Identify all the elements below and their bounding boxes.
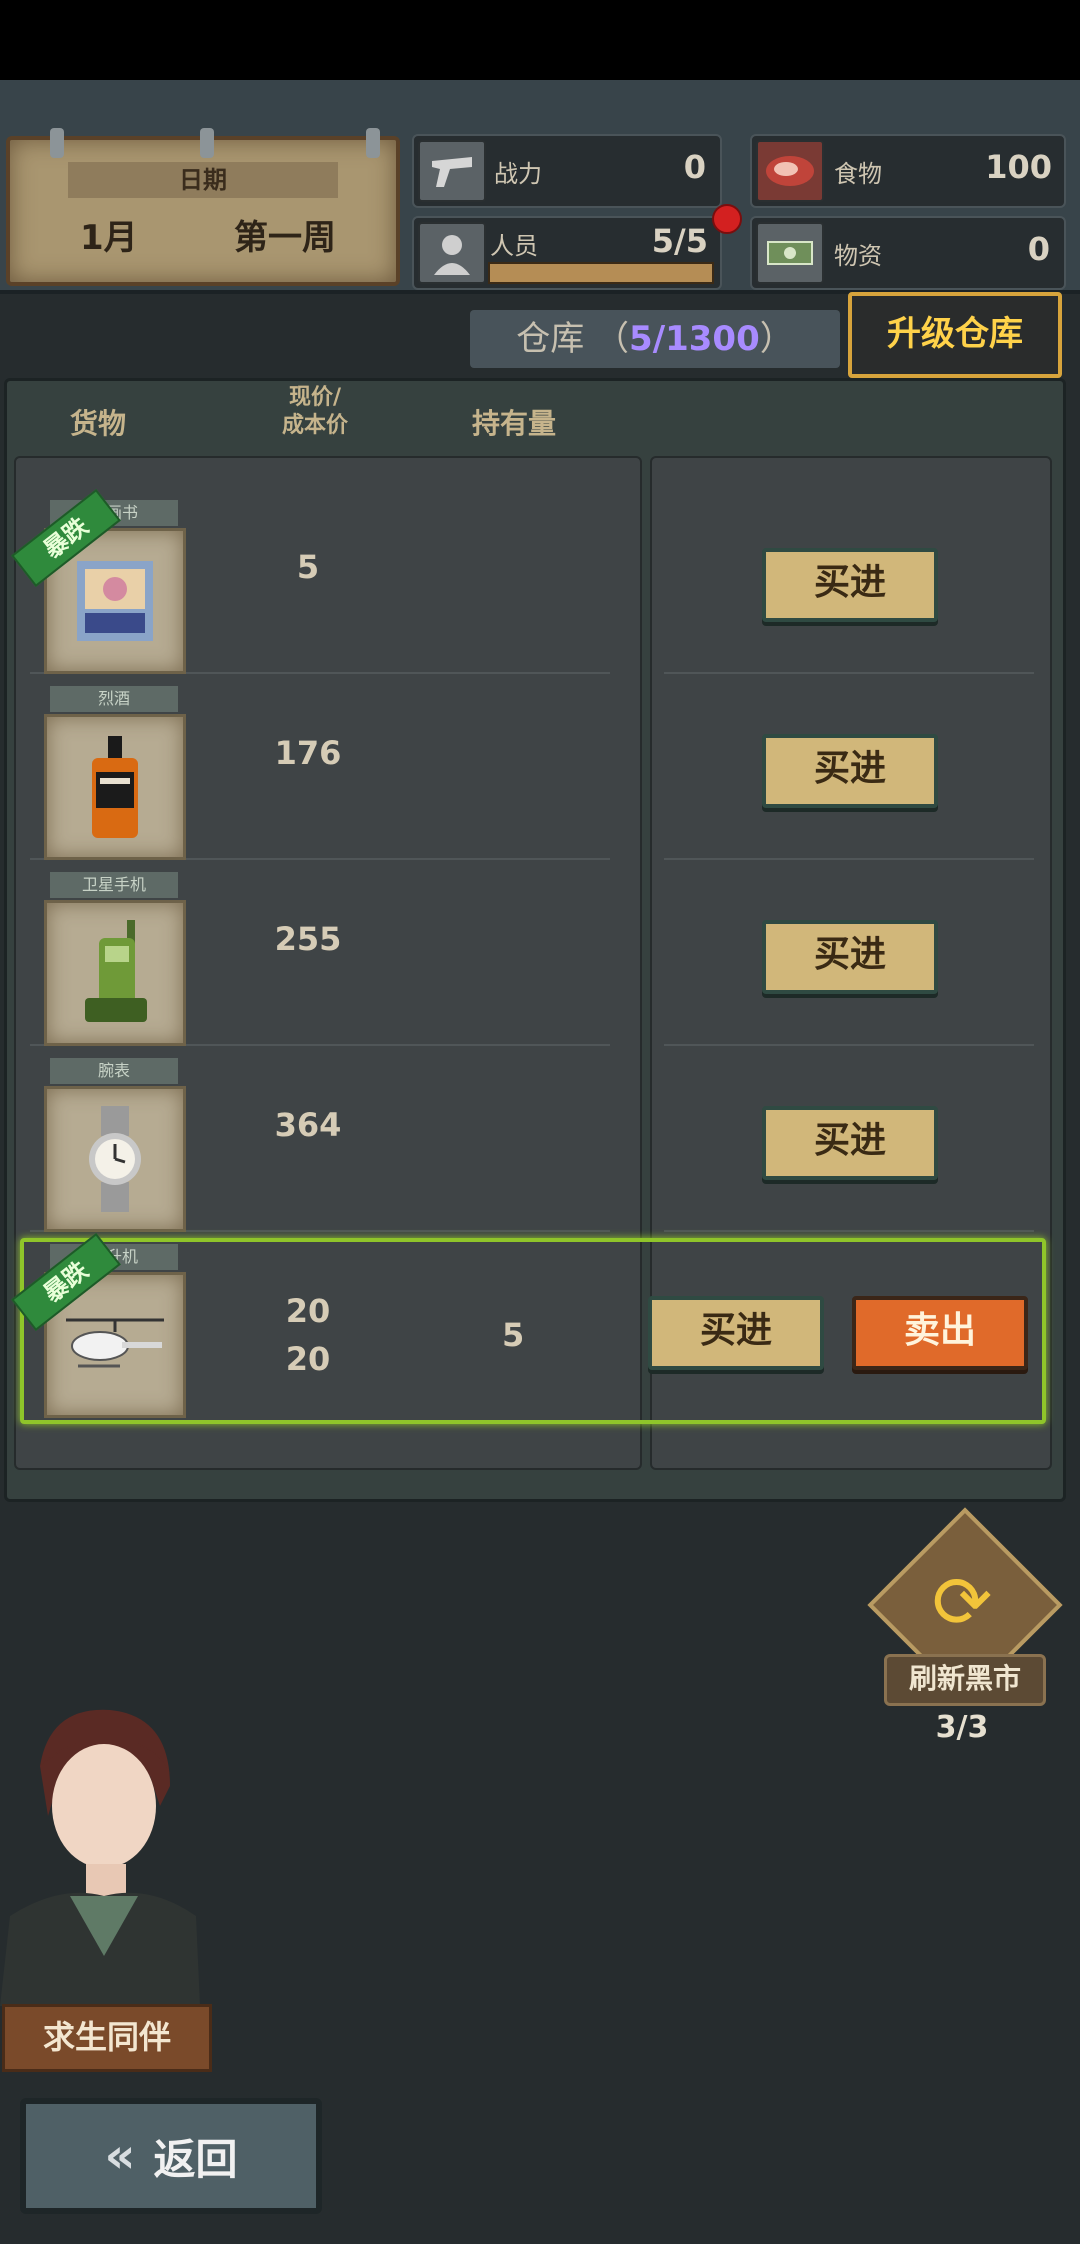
item-tag: 腕表 — [50, 1058, 178, 1084]
people-progress-bar — [488, 262, 714, 284]
upgrade-warehouse-button[interactable]: 升级仓库 — [848, 292, 1062, 378]
table-row: 漫画书 暴跌 5 买进 — [11, 486, 1048, 674]
stat-food: 食物 100 — [750, 134, 1066, 208]
wristwatch-icon[interactable] — [44, 1086, 186, 1232]
date-week: 第一周 — [234, 218, 336, 258]
item-holding: 5 — [502, 1316, 525, 1354]
buy-button[interactable]: 买进 — [762, 548, 938, 622]
buy-button[interactable]: 买进 — [648, 1296, 824, 1370]
buy-button[interactable]: 买进 — [762, 1106, 938, 1180]
item-price: 364 — [274, 1106, 342, 1144]
warehouse-count: 5/1300 — [629, 319, 760, 359]
refresh-count: 3/3 — [935, 1710, 989, 1745]
item-price: 255 — [274, 920, 342, 958]
combat-value: 0 — [683, 148, 706, 186]
supplies-value: 0 — [1027, 230, 1050, 268]
header-price-line2: 成本价 — [281, 413, 348, 438]
item-price: 5 — [296, 548, 320, 586]
date-board: 日期 1月 第一周 — [6, 128, 400, 286]
food-value: 100 — [985, 148, 1052, 186]
pin-icon — [50, 128, 64, 158]
stat-people: 人员 5/5 — [412, 216, 722, 290]
stat-supplies: 物资 0 — [750, 216, 1066, 290]
buy-button[interactable]: 买进 — [762, 734, 938, 808]
item-price: 176 — [274, 734, 342, 772]
back-arrow-icon: « — [104, 2128, 136, 2184]
refresh-icon: ⟳ — [931, 1560, 993, 1644]
pistol-icon — [418, 140, 486, 202]
person-icon — [418, 222, 486, 284]
whiskey-bottle-icon[interactable] — [44, 714, 186, 860]
table-row: 腕表 364 买进 — [14, 1044, 1048, 1232]
satellite-phone-icon[interactable] — [44, 900, 186, 1046]
companion-avatar[interactable] — [0, 1696, 200, 2006]
back-button[interactable]: « 返回 — [20, 2098, 322, 2214]
companion-label[interactable]: 求生同伴 — [2, 2004, 212, 2072]
table-row: 卫星手机 255 买进 — [14, 858, 1048, 1046]
header-holding: 持有量 — [472, 407, 557, 440]
supplies-label: 物资 — [834, 242, 882, 270]
pin-icon — [200, 128, 214, 158]
date-month: 1月 — [80, 218, 138, 258]
cash-icon — [756, 222, 824, 284]
item-cost: 20 — [285, 1340, 331, 1378]
buy-button[interactable]: 买进 — [762, 920, 938, 994]
sell-button[interactable]: 卖出 — [852, 1296, 1028, 1370]
pin-icon — [366, 128, 380, 158]
stat-combat: 战力 0 — [412, 134, 722, 208]
back-label: 返回 — [153, 2134, 238, 2184]
item-tag: 烈酒 — [50, 686, 178, 712]
warehouse-paren-close: ） — [759, 319, 794, 359]
header-goods: 货物 — [70, 407, 127, 440]
table-row: 直升机 暴跌 20 20 5 买进 卖出 — [11, 1230, 1048, 1418]
item-price: 20 — [285, 1292, 331, 1330]
people-value: 5/5 — [651, 222, 708, 260]
warehouse-label: 仓库 — [516, 319, 585, 359]
food-label: 食物 — [834, 160, 882, 188]
item-tag: 卫星手机 — [50, 872, 178, 898]
meat-icon — [756, 140, 824, 202]
people-label: 人员 — [490, 232, 538, 260]
status-bar — [0, 0, 1080, 80]
header-price: 现价/ 成本价 — [260, 384, 370, 440]
warehouse-capacity: 仓库 （5/1300） — [470, 310, 840, 368]
refresh-market-label[interactable]: 刷新黑市 — [884, 1654, 1046, 1706]
warehouse-paren-open: （ — [595, 319, 630, 359]
notification-dot — [712, 204, 742, 234]
combat-label: 战力 — [494, 160, 542, 188]
date-title: 日期 — [68, 162, 338, 198]
header-price-line1: 现价/ — [288, 385, 342, 410]
table-row: 烈酒 176 买进 — [14, 672, 1048, 860]
